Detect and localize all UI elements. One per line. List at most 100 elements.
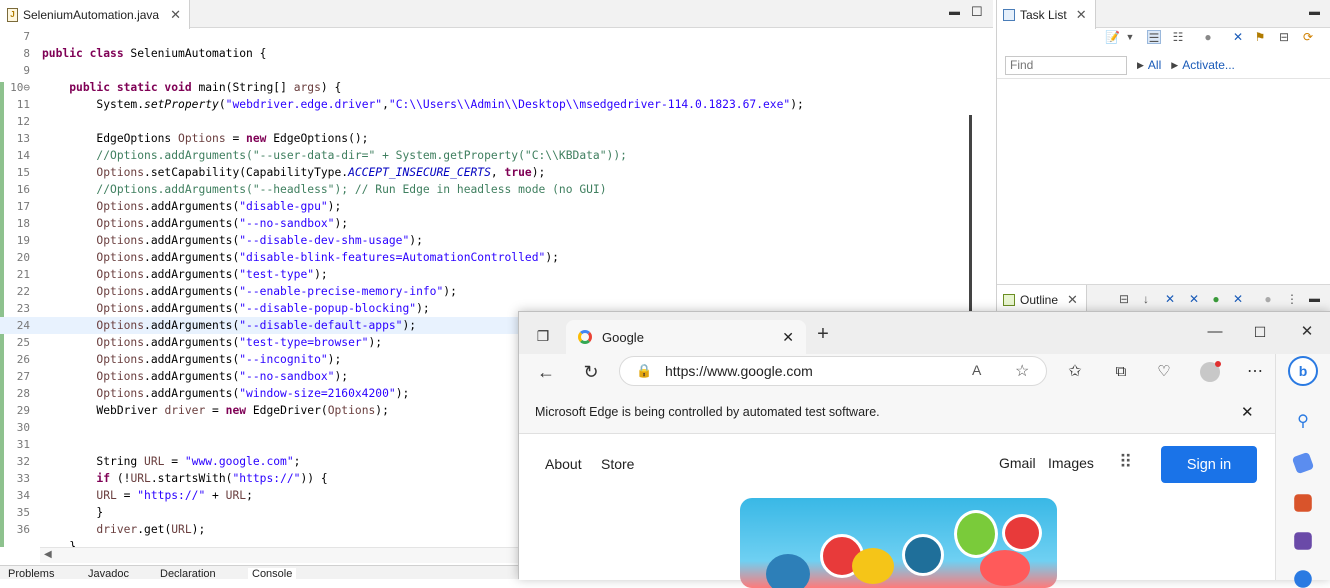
find-input[interactable] xyxy=(1005,55,1127,75)
collapse-all-icon[interactable]: ⊟ xyxy=(1117,292,1131,306)
code-line[interactable]: 18 Options.addArguments("--no-sandbox"); xyxy=(0,215,963,232)
minimize-icon[interactable]: ▬ xyxy=(949,6,960,18)
focus-icon[interactable]: ● xyxy=(1201,30,1215,44)
hide-non-public-icon[interactable]: ● xyxy=(1209,292,1223,306)
code-line[interactable]: 15 Options.setCapability(CapabilityType.… xyxy=(0,164,963,181)
address-bar[interactable]: 🔒 https://www.google.com A ☆ xyxy=(619,356,1047,386)
code-line[interactable]: 13 EdgeOptions Options = new EdgeOptions… xyxy=(0,130,963,147)
read-aloud-icon[interactable]: A xyxy=(972,362,981,378)
code-line[interactable]: 19 Options.addArguments("--disable-dev-s… xyxy=(0,232,963,249)
activate-link[interactable]: Activate... xyxy=(1182,58,1235,72)
refresh-icon[interactable]: ↻ xyxy=(579,360,603,384)
line-number: 30 xyxy=(16,421,30,434)
tools-briefcase-icon[interactable] xyxy=(1294,494,1312,512)
bing-copilot-icon[interactable]: b xyxy=(1288,356,1318,386)
code-text: Options.addArguments("--no-sandbox"); xyxy=(96,217,349,230)
tab-console[interactable]: Console xyxy=(248,568,297,580)
close-icon[interactable]: ✕ xyxy=(782,329,794,346)
focus-icon[interactable]: ● xyxy=(1261,292,1275,306)
categorized-icon[interactable]: ☰ xyxy=(1147,30,1161,45)
code-line[interactable]: 22 Options.addArguments("--enable-precis… xyxy=(0,283,963,300)
close-icon[interactable]: ✕ xyxy=(1076,7,1087,23)
scroll-left-icon[interactable]: ◀ xyxy=(44,549,52,560)
favorites-icon[interactable]: ✩ xyxy=(1063,360,1087,384)
tab-declaration[interactable]: Declaration xyxy=(160,568,216,580)
code-line[interactable]: 20 Options.addArguments("disable-blink-f… xyxy=(0,249,963,266)
hide-completed-icon[interactable]: ✕ xyxy=(1231,30,1245,44)
tab-outline[interactable]: Outline ✕ xyxy=(997,285,1087,314)
scrollbar-thumb[interactable] xyxy=(969,115,972,315)
shopping-tag-icon[interactable] xyxy=(1291,451,1315,475)
tab-task-list[interactable]: Task List ✕ xyxy=(997,0,1096,29)
google-page: About Store Gmail Images ⠿ Sign in xyxy=(519,434,1275,588)
code-line[interactable]: 16 //Options.addArguments("--headless");… xyxy=(0,181,963,198)
task-list-title: Task List xyxy=(1020,7,1067,22)
hide-fields-icon[interactable]: ✕ xyxy=(1163,292,1177,306)
browser-essentials-icon[interactable]: ♡ xyxy=(1152,360,1176,384)
new-task-icon[interactable]: 📝 xyxy=(1105,30,1120,44)
google-doodle[interactable] xyxy=(740,498,1057,588)
minimize-icon[interactable]: — xyxy=(1203,320,1227,344)
task-list-view: Task List ✕ ▬ xyxy=(997,0,1330,29)
line-number: 28 xyxy=(16,387,30,400)
code-line[interactable]: 8 public class SeleniumAutomation { xyxy=(0,45,963,62)
code-line[interactable]: 14 //Options.addArguments("--user-data-d… xyxy=(0,147,963,164)
code-line[interactable]: 17 Options.addArguments("disable-gpu"); xyxy=(0,198,963,215)
filter-icon[interactable]: ⚑ xyxy=(1253,30,1267,44)
line-number: 18 xyxy=(16,217,30,230)
lock-icon[interactable]: 🔒 xyxy=(636,363,652,379)
all-link[interactable]: All xyxy=(1148,58,1161,72)
code-line[interactable]: 10⊖ public static void main(String[] arg… xyxy=(0,79,963,96)
more-icon[interactable]: ⋯ xyxy=(1243,360,1267,384)
close-icon[interactable]: ✕ xyxy=(170,7,181,23)
task-list-icon xyxy=(1003,8,1015,21)
images-link[interactable]: Images xyxy=(1048,455,1094,471)
browser-tab[interactable]: Google ✕ xyxy=(566,320,806,354)
games-icon[interactable] xyxy=(1294,532,1312,550)
line-number: 33 xyxy=(16,472,30,485)
maximize-icon[interactable]: ☐ xyxy=(971,4,983,20)
apps-grid-icon[interactable]: ⠿ xyxy=(1119,452,1132,473)
search-icon[interactable]: ⚲ xyxy=(1291,410,1315,434)
collapse-all-icon[interactable]: ⊟ xyxy=(1277,30,1291,44)
close-window-icon[interactable]: ✕ xyxy=(1295,320,1319,344)
hide-local-types-icon[interactable]: ✕ xyxy=(1231,292,1245,306)
editor-tab[interactable]: J SeleniumAutomation.java ✕ xyxy=(0,0,190,29)
store-link[interactable]: Store xyxy=(601,456,634,472)
close-icon[interactable]: ✕ xyxy=(1067,292,1078,308)
about-link[interactable]: About xyxy=(545,456,582,472)
maximize-icon[interactable]: ☐ xyxy=(1248,320,1272,344)
tab-actions-icon[interactable]: ❐ xyxy=(531,324,555,348)
new-tab-icon[interactable]: + xyxy=(811,322,835,346)
sort-icon[interactable]: ↓ xyxy=(1139,292,1153,306)
line-number: 21 xyxy=(16,268,30,281)
line-number: 23 xyxy=(16,302,30,315)
back-icon[interactable]: ← xyxy=(534,360,558,384)
sign-in-button[interactable]: Sign in xyxy=(1161,446,1257,483)
close-icon[interactable]: ✕ xyxy=(1241,403,1254,421)
favorite-star-icon[interactable]: ☆ xyxy=(1015,361,1029,381)
line-number: 32 xyxy=(16,455,30,468)
scheduled-icon[interactable]: ☷ xyxy=(1171,30,1185,44)
office-icon[interactable] xyxy=(1294,570,1312,588)
code-line[interactable]: 7 xyxy=(0,28,963,45)
line-number: 19 xyxy=(16,234,30,247)
line-number: 25 xyxy=(16,336,30,349)
chevron-down-icon[interactable]: ▼ xyxy=(1123,30,1137,44)
collections-icon[interactable]: ⧉ xyxy=(1109,360,1133,384)
gmail-link[interactable]: Gmail xyxy=(999,455,1036,471)
hide-static-icon[interactable]: ✕ xyxy=(1187,292,1201,306)
code-line[interactable]: 21 Options.addArguments("test-type"); xyxy=(0,266,963,283)
sync-icon[interactable]: ⟳ xyxy=(1301,30,1315,44)
line-number: 26 xyxy=(16,353,30,366)
notification-dot xyxy=(1215,361,1221,367)
minimize-icon[interactable]: ▬ xyxy=(1309,293,1320,305)
code-line[interactable]: 11 System.setProperty("webdriver.edge.dr… xyxy=(0,96,963,113)
outline-title: Outline xyxy=(1020,292,1059,307)
minimize-icon[interactable]: ▬ xyxy=(1309,6,1320,18)
more-icon[interactable]: ⋮ xyxy=(1285,292,1299,306)
tab-javadoc[interactable]: Javadoc xyxy=(88,568,129,580)
tab-problems[interactable]: Problems xyxy=(8,568,54,580)
code-line[interactable]: 12 xyxy=(0,113,963,130)
code-line[interactable]: 9 xyxy=(0,62,963,79)
